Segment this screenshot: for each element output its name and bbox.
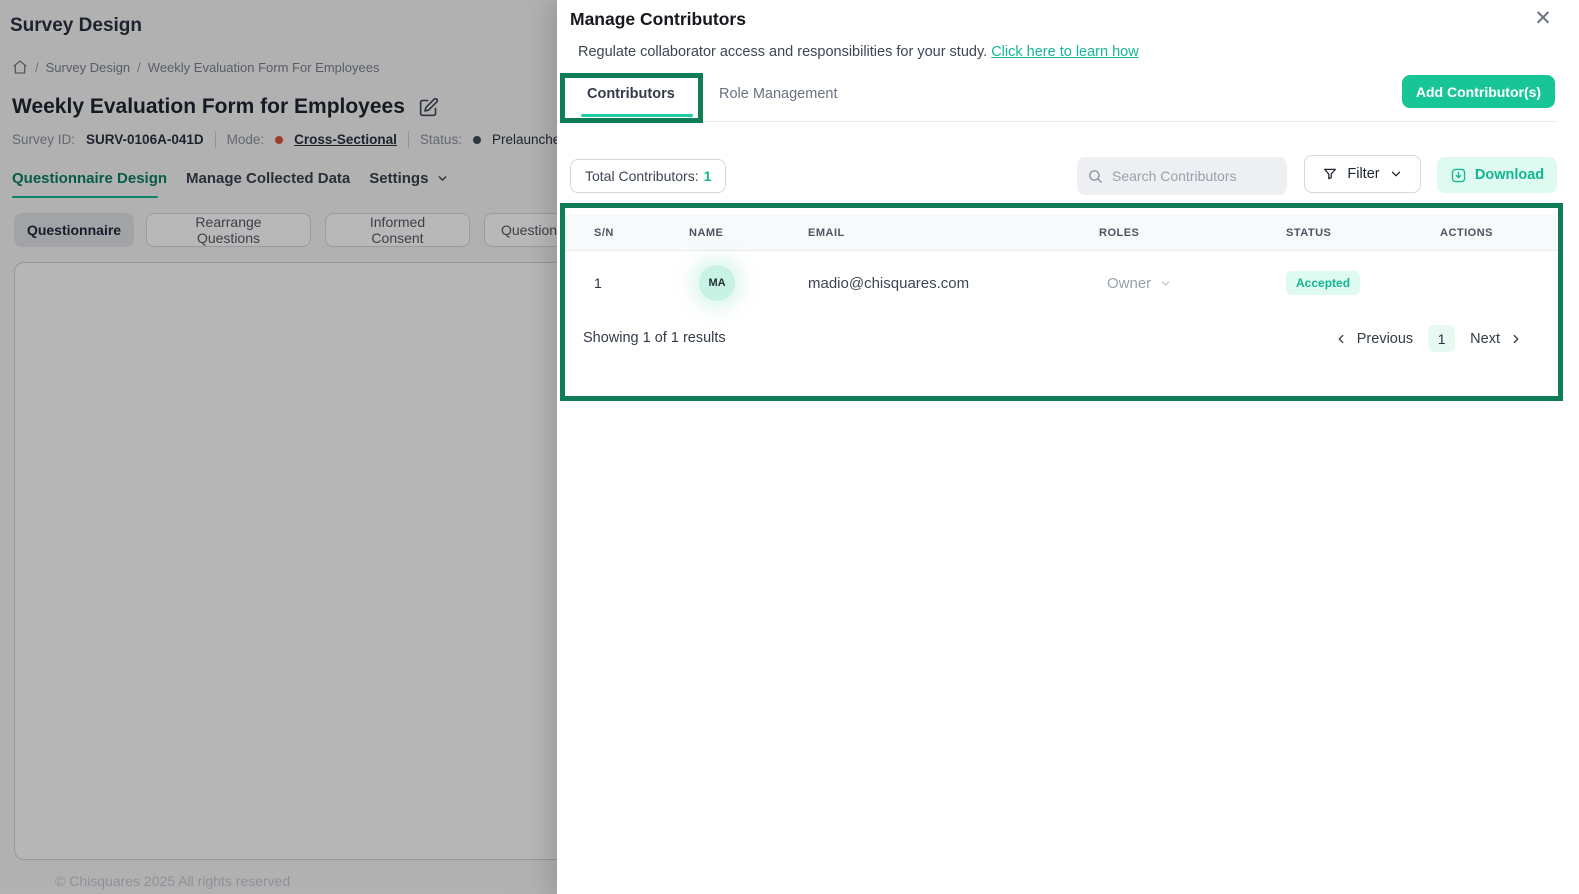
pagination: Previous 1 Next [1334, 325, 1523, 352]
search-icon [1087, 168, 1104, 185]
row-serial-number: 1 [594, 275, 689, 291]
contributor-email: madio@chisquares.com [808, 275, 1099, 292]
modal-subtitle: Regulate collaborator access and respons… [578, 44, 1139, 60]
chevron-down-icon [1159, 277, 1172, 290]
col-actions: ACTIONS [1440, 227, 1558, 239]
total-contributors-label: Total Contributors: [585, 168, 699, 184]
results-summary: Showing 1 of 1 results [583, 330, 726, 346]
tab-role-management[interactable]: Role Management [719, 86, 838, 102]
col-roles: ROLES [1099, 227, 1286, 239]
filter-funnel-icon [1322, 166, 1338, 182]
manage-contributors-modal: Manage Contributors ✕ Regulate collabora… [557, 0, 1579, 894]
subtitle-text: Regulate collaborator access and respons… [578, 44, 987, 60]
contributors-table-header: S/N NAME EMAIL ROLES STATUS ACTIONS [565, 215, 1558, 251]
next-label: Next [1470, 331, 1500, 347]
contributors-tab-underline [581, 114, 693, 117]
previous-label: Previous [1357, 331, 1413, 347]
chevron-down-icon [1389, 167, 1403, 181]
total-contributors-chip: Total Contributors: 1 [570, 159, 726, 193]
role-dropdown[interactable]: Owner [1099, 275, 1286, 292]
chevron-right-icon [1509, 332, 1523, 346]
col-status: STATUS [1286, 227, 1440, 239]
download-button[interactable]: Download [1437, 157, 1557, 193]
col-sn: S/N [594, 227, 689, 239]
search-input[interactable] [1112, 168, 1272, 184]
chevron-left-icon [1334, 332, 1348, 346]
status-badge: Accepted [1286, 271, 1360, 295]
screen: Survey Design / Survey Design / Weekly E… [0, 0, 1579, 894]
avatar: MA [699, 265, 735, 301]
previous-page-button[interactable]: Previous [1334, 331, 1413, 347]
modal-title: Manage Contributors [570, 9, 746, 30]
col-name: NAME [689, 227, 808, 239]
col-email: EMAIL [808, 227, 1099, 239]
total-contributors-count: 1 [704, 168, 712, 184]
add-contributors-button[interactable]: Add Contributor(s) [1402, 75, 1555, 108]
search-contributors-field[interactable] [1077, 157, 1287, 195]
download-label: Download [1475, 167, 1544, 183]
role-value: Owner [1107, 275, 1151, 292]
filter-button[interactable]: Filter [1304, 155, 1421, 193]
tabbar-divider [557, 121, 1557, 122]
learn-how-link[interactable]: Click here to learn how [991, 44, 1139, 60]
page-number-button[interactable]: 1 [1428, 325, 1455, 352]
filter-label: Filter [1347, 166, 1379, 182]
next-page-button[interactable]: Next [1470, 331, 1523, 347]
tab-contributors[interactable]: Contributors [587, 86, 675, 102]
close-icon[interactable]: ✕ [1529, 5, 1557, 33]
contributor-table-row: 1 MA madio@chisquares.com Owner Accepted [565, 252, 1558, 314]
download-icon [1450, 167, 1467, 184]
